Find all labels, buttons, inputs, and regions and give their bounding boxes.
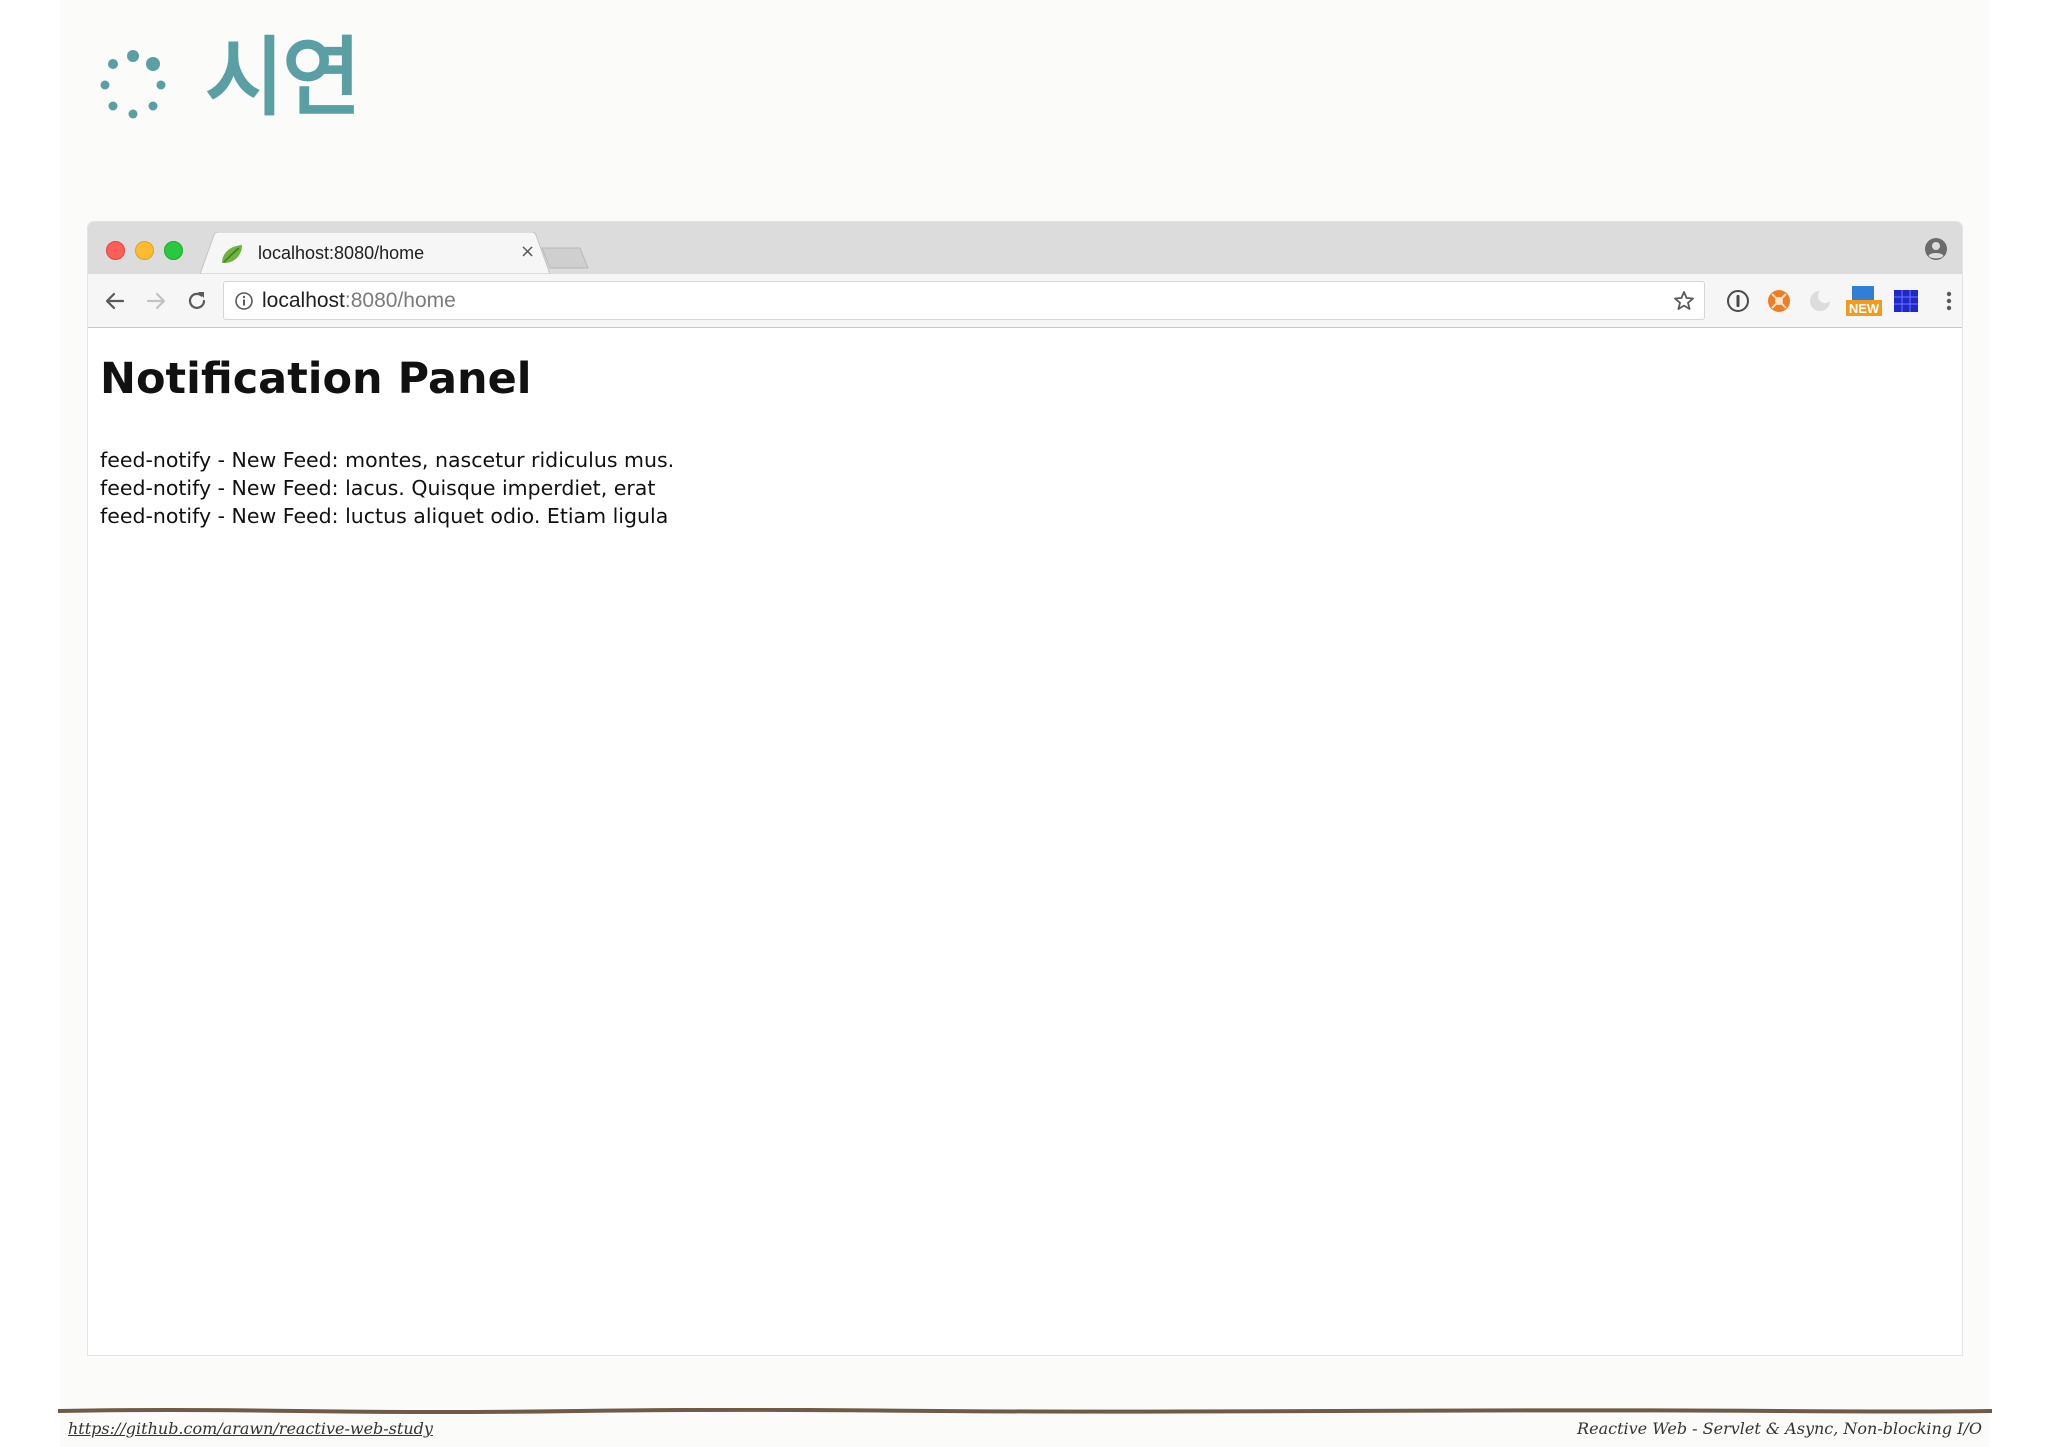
- page-title: Notification Panel: [100, 354, 532, 404]
- browser-window: localhost:8080/home × localhost:8080/hom…: [88, 222, 1962, 1355]
- window-minimize-button[interactable]: [135, 241, 154, 260]
- slide: 시연 localhost:8080/home × localhost:8080/…: [60, 0, 1990, 1447]
- browser-toolbar: localhost:8080/home NEW: [88, 274, 1962, 328]
- footer-divider: [58, 1408, 1992, 1414]
- close-tab-icon[interactable]: ×: [520, 241, 535, 262]
- star-icon[interactable]: [1672, 289, 1696, 313]
- password-manager-extension-icon[interactable]: [1725, 288, 1751, 314]
- new-tab-button[interactable]: [540, 246, 590, 270]
- page-content: Notification Panel feed-notify - New Fee…: [88, 328, 1962, 1355]
- feed-item: feed-notify - New Feed: luctus aliquet o…: [100, 504, 669, 528]
- grid-extension-icon[interactable]: [1893, 288, 1919, 314]
- address-bar[interactable]: localhost:8080/home: [223, 281, 1705, 320]
- window-close-button[interactable]: [106, 241, 125, 260]
- feed-item: feed-notify - New Feed: montes, nascetur…: [100, 448, 675, 472]
- slide-title: 시연: [205, 28, 361, 128]
- user-circle-icon[interactable]: [1924, 237, 1948, 261]
- tab-title: localhost:8080/home: [258, 243, 425, 263]
- vertical-dots-icon[interactable]: [1936, 288, 1962, 314]
- footer-github-link[interactable]: https://github.com/arawn/reactive-web-st…: [68, 1419, 433, 1438]
- footer-caption: Reactive Web - Servlet & Async, Non-bloc…: [1577, 1419, 1982, 1438]
- loading-spinner-icon: [100, 50, 166, 119]
- svg-text:NEW: NEW: [1849, 301, 1880, 316]
- url-host: localhost: [262, 289, 345, 312]
- new-badge-extension-icon[interactable]: NEW: [1846, 286, 1882, 316]
- feed-item: feed-notify - New Feed: lacus. Quisque i…: [100, 476, 656, 500]
- faded-extension-icon[interactable]: [1807, 288, 1833, 314]
- spring-leaf-icon: [222, 245, 242, 263]
- url-text[interactable]: localhost:8080/home: [262, 289, 456, 313]
- reload-icon[interactable]: [184, 288, 210, 314]
- info-circle-icon[interactable]: [234, 291, 254, 311]
- tab-home[interactable]: localhost:8080/home ×: [200, 232, 550, 274]
- arrow-left-icon[interactable]: [102, 288, 128, 314]
- url-path: :8080/home: [344, 289, 456, 312]
- window-maximize-button[interactable]: [164, 241, 183, 260]
- tab-strip: localhost:8080/home ×: [88, 222, 1962, 274]
- orange-extension-icon[interactable]: [1766, 288, 1792, 314]
- feed-list: feed-notify - New Feed: montes, nascetur…: [100, 446, 674, 530]
- arrow-right-icon[interactable]: [143, 288, 169, 314]
